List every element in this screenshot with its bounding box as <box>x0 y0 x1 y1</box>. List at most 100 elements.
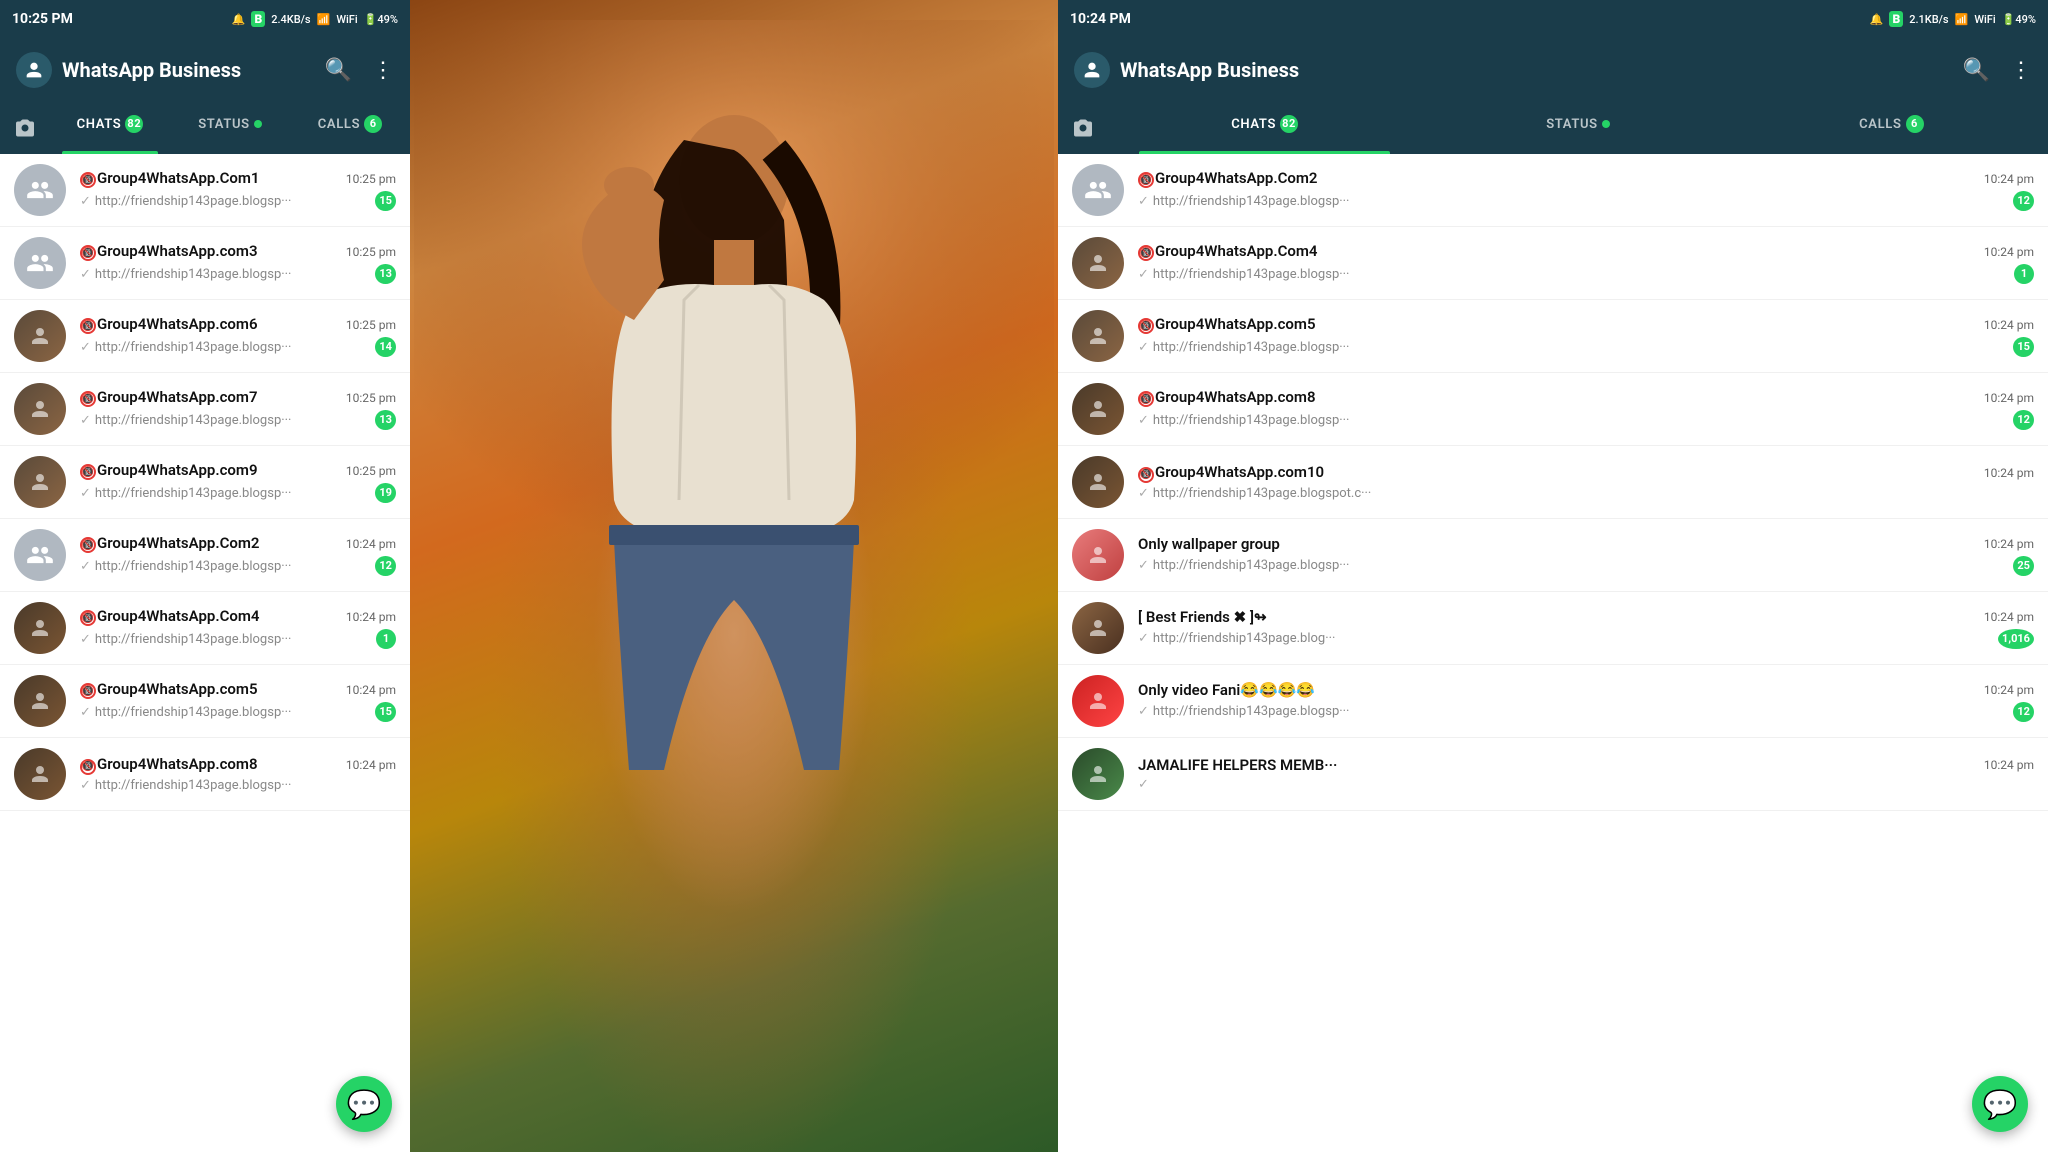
double-tick-icon: ✓ <box>1138 631 1149 646</box>
chat-item-8[interactable]: 🔞Group4WhatsApp.com8 10:24 pm ✓ http://f… <box>0 738 410 811</box>
chat-item-6[interactable]: ఺ℂ[ ✖Best Friends ✖ ]↬ 10:24 pm ✓ http:/… <box>1058 592 2048 665</box>
chat-preview: ✓ http://friendship143page.blogsp··· <box>80 413 291 428</box>
right-menu-icon[interactable]: ⋮ <box>2010 58 2032 83</box>
left-profile-icon[interactable] <box>16 52 52 88</box>
chat-name: 🔞Group4WhatsApp.Com4 <box>1138 242 1318 262</box>
center-figure <box>414 20 1054 1120</box>
chat-item-3[interactable]: 🔞Group4WhatsApp.com8 10:24 pm ✓ http://f… <box>1058 373 2048 446</box>
chat-top-row: 🔞Group4WhatsApp.com8 10:24 pm <box>1138 388 2034 408</box>
chat-name: 🔞Group4WhatsApp.com8 <box>80 755 258 775</box>
unread-badge: 13 <box>375 410 396 430</box>
left-app-header: WhatsApp Business 🔍 ⋮ <box>0 38 410 102</box>
double-tick-icon: ✓ <box>1138 267 1149 282</box>
chat-item-8[interactable]: JAMALIFE HELPERS MEMB··· 10:24 pm ✓ <box>1058 738 2048 811</box>
right-profile-icon[interactable] <box>1074 52 1110 88</box>
chat-preview-row: ✓ http://friendship143page.blogsp··· <box>80 778 396 793</box>
chat-item-7[interactable]: 🔞Group4WhatsApp.com5 10:24 pm ✓ http://f… <box>0 665 410 738</box>
chat-info: 🔞Group4WhatsApp.com5 10:24 pm ✓ http://f… <box>80 680 396 723</box>
notification-icon: 🔔 <box>232 13 246 26</box>
chat-preview-row: ✓ <box>1138 777 2034 792</box>
left-camera-tab[interactable] <box>0 102 50 154</box>
left-tab-chats[interactable]: CHATS 82 <box>50 102 170 154</box>
chat-info: Only wallpaper group 10:24 pm ✓ http://f… <box>1138 535 2034 576</box>
left-menu-icon[interactable]: ⋮ <box>372 58 394 83</box>
chat-preview: ✓ http://friendship143page.blogsp··· <box>80 486 291 501</box>
chat-time: 10:24 pm <box>346 758 396 772</box>
chat-item-5[interactable]: Only wallpaper group 10:24 pm ✓ http://f… <box>1058 519 2048 592</box>
right-signal-icon: 📶 <box>1955 13 1969 26</box>
status-dot-left <box>254 120 262 128</box>
chat-name: 🔞Group4WhatsApp.com6 <box>80 315 258 335</box>
chat-top-row: 🔞Group4WhatsApp.Com4 10:24 pm <box>80 607 396 627</box>
preview-text: http://friendship143page.blog··· <box>1153 631 1336 646</box>
chat-preview: ✓ http://friendship143page.blogsp··· <box>80 632 291 647</box>
unread-badge: 1 <box>2014 264 2034 284</box>
chat-info: Only video Fani😂😂😂😂 10:24 pm ✓ http://fr… <box>1138 681 2034 722</box>
left-status-icons: 🔔 B 2.4KB/s 📶 WiFi 🔋49% <box>232 11 398 27</box>
chat-time: 10:25 pm <box>346 245 396 259</box>
right-tab-calls[interactable]: CALLS 6 <box>1735 102 2048 154</box>
chat-preview: ✓ http://friendship143page.blogsp··· <box>80 559 291 574</box>
chat-item-0[interactable]: 🔞Group4WhatsApp.Com1 10:25 pm ✓ http://f… <box>0 154 410 227</box>
chat-time: 10:24 pm <box>346 683 396 697</box>
left-fab[interactable]: 💬 <box>336 1076 392 1132</box>
chat-info: 🔞Group4WhatsApp.com8 10:24 pm ✓ http://f… <box>1138 388 2034 431</box>
chat-time: 10:24 pm <box>1984 683 2034 697</box>
signal-icon: 📶 <box>317 13 331 26</box>
chat-top-row: 🔞Group4WhatsApp.com5 10:24 pm <box>1138 315 2034 335</box>
right-app-header: WhatsApp Business 🔍 ⋮ <box>1058 38 2048 102</box>
double-tick-icon: ✓ <box>80 632 91 647</box>
chat-item-6[interactable]: 🔞Group4WhatsApp.Com4 10:24 pm ✓ http://f… <box>0 592 410 665</box>
left-tab-status[interactable]: STATUS <box>170 102 290 154</box>
chat-preview-row: ✓ http://friendship143page.blogspot.c··· <box>1138 486 2034 501</box>
unread-badge: 14 <box>375 337 396 357</box>
chat-item-7[interactable]: Only video Fani😂😂😂😂 10:24 pm ✓ http://fr… <box>1058 665 2048 738</box>
left-header-icons: 🔍 ⋮ <box>325 58 394 83</box>
chat-item-0[interactable]: 🔞Group4WhatsApp.Com2 10:24 pm ✓ http://f… <box>1058 154 2048 227</box>
chat-top-row: 🔞Group4WhatsApp.Com1 10:25 pm <box>80 169 396 189</box>
chat-time: 10:25 pm <box>346 464 396 478</box>
chat-name: 🔞Group4WhatsApp.com9 <box>80 461 258 481</box>
chat-item-2[interactable]: 🔞Group4WhatsApp.com5 10:24 pm ✓ http://f… <box>1058 300 2048 373</box>
left-tab-calls[interactable]: CALLS 6 <box>290 102 410 154</box>
chat-info: 🔞Group4WhatsApp.Com4 10:24 pm ✓ http://f… <box>80 607 396 650</box>
chat-item-1[interactable]: 🔞Group4WhatsApp.Com4 10:24 pm ✓ http://f… <box>1058 227 2048 300</box>
chat-item-4[interactable]: 🔞Group4WhatsApp.com9 10:25 pm ✓ http://f… <box>0 446 410 519</box>
left-chat-list: 🔞Group4WhatsApp.Com1 10:25 pm ✓ http://f… <box>0 154 410 1152</box>
right-camera-tab[interactable] <box>1058 102 1108 154</box>
chat-top-row: 🔞Group4WhatsApp.com8 10:24 pm <box>80 755 396 775</box>
left-search-icon[interactable]: 🔍 <box>325 58 352 83</box>
right-network-speed: 2.1KB/s <box>1909 13 1948 26</box>
right-search-icon[interactable]: 🔍 <box>1963 58 1990 83</box>
chat-preview-row: ✓ http://friendship143page.blogsp··· 15 <box>80 191 396 211</box>
b-icon: B <box>251 11 265 27</box>
right-panel-wrapper: 10:24 PM 🔔 B 2.1KB/s 📶 WiFi 🔋49% WhatsAp… <box>1058 0 2048 1152</box>
preview-text: http://friendship143page.blogsp··· <box>1153 194 1350 209</box>
double-tick-icon: ✓ <box>1138 413 1149 428</box>
network-speed: 2.4KB/s <box>271 13 310 26</box>
chat-item-4[interactable]: 🔞Group4WhatsApp.com10 10:24 pm ✓ http://… <box>1058 446 2048 519</box>
chat-preview: ✓ http://friendship143page.blogsp··· <box>80 705 291 720</box>
chat-item-2[interactable]: 🔞Group4WhatsApp.com6 10:25 pm ✓ http://f… <box>0 300 410 373</box>
chat-info: 🔞Group4WhatsApp.com9 10:25 pm ✓ http://f… <box>80 461 396 504</box>
chat-item-1[interactable]: 🔞Group4WhatsApp.com3 10:25 pm ✓ http://f… <box>0 227 410 300</box>
right-tab-chats[interactable]: CHATS 82 <box>1108 102 1421 154</box>
unread-badge: 12 <box>375 556 396 576</box>
chat-name: Only wallpaper group <box>1138 535 1280 553</box>
chat-preview-row: ✓ http://friendship143page.blogsp··· 15 <box>80 702 396 722</box>
chat-preview-row: ✓ http://friendship143page.blogsp··· 12 <box>1138 702 2034 722</box>
right-fab[interactable]: 💬 <box>1972 1076 2028 1132</box>
double-tick-icon: ✓ <box>1138 777 1149 792</box>
chat-name: JAMALIFE HELPERS MEMB··· <box>1138 756 1337 774</box>
chat-preview: ✓ http://friendship143page.blogsp··· <box>1138 267 1349 282</box>
chat-preview: ✓ http://friendship143page.blogsp··· <box>1138 558 1349 573</box>
chat-name: 🔞Group4WhatsApp.com5 <box>1138 315 1316 335</box>
chat-item-5[interactable]: 🔞Group4WhatsApp.Com2 10:24 pm ✓ http://f… <box>0 519 410 592</box>
chat-name: 🔞Group4WhatsApp.com5 <box>80 680 258 700</box>
right-tab-status[interactable]: STATUS <box>1421 102 1734 154</box>
right-status-icons: 🔔 B 2.1KB/s 📶 WiFi 🔋49% <box>1870 11 2036 27</box>
double-tick-icon: ✓ <box>80 267 91 282</box>
chat-top-row: ఺ℂ[ ✖Best Friends ✖ ]↬ 10:24 pm <box>1138 608 2034 626</box>
chat-item-3[interactable]: 🔞Group4WhatsApp.com7 10:25 pm ✓ http://f… <box>0 373 410 446</box>
double-tick-icon: ✓ <box>80 486 91 501</box>
